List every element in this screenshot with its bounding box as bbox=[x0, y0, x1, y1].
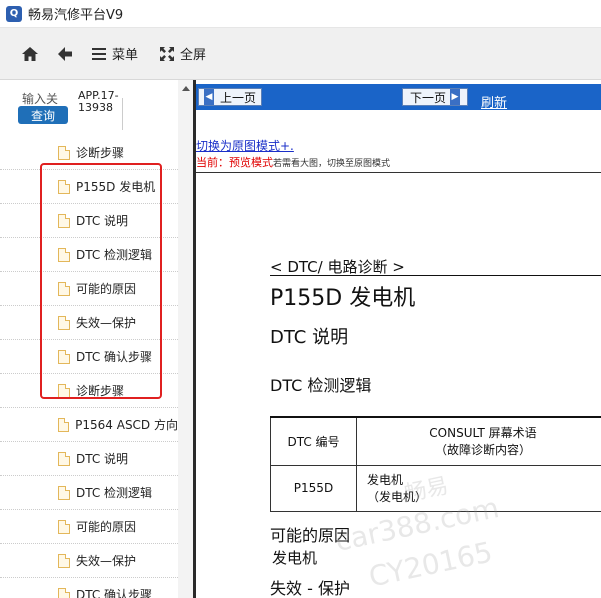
document-icon bbox=[58, 281, 70, 296]
mode-status-prefix: 当前：预览模式 bbox=[196, 156, 273, 169]
document-icon bbox=[58, 383, 70, 398]
refresh-link[interactable]: 刷新 bbox=[481, 92, 507, 111]
document-icon bbox=[58, 213, 70, 228]
fail-safe-heading: 失效 - 保护 bbox=[270, 579, 350, 598]
document-icon bbox=[58, 247, 70, 262]
sidebar-tree-item[interactable]: DTC 确认步骤 bbox=[0, 340, 178, 374]
tree-item-label: 诊断步骤 bbox=[76, 146, 125, 160]
mode-switch-link[interactable]: 切换为原图模式+. bbox=[196, 137, 294, 154]
sidebar-tree-item[interactable]: DTC 说明 bbox=[0, 204, 178, 238]
document-icon bbox=[58, 485, 70, 500]
tree-item-label: 失效—保护 bbox=[76, 554, 137, 568]
next-page-label: 下一页 bbox=[409, 90, 446, 105]
page-divider bbox=[196, 172, 601, 173]
app-logo-icon: Q bbox=[6, 5, 22, 22]
next-arrow-icon: ▶ bbox=[450, 89, 460, 105]
table-header-dtc-code: DTC 编号 bbox=[270, 416, 357, 466]
tree-item-label: P155D 发电机 bbox=[76, 180, 156, 194]
document-icon bbox=[58, 145, 70, 160]
document-icon bbox=[58, 179, 70, 194]
home-icon bbox=[22, 46, 38, 61]
prev-arrow-icon: ◀ bbox=[203, 89, 214, 105]
sidebar: 输入关 查询 APP.17-13938 诊断步骤 P155D 发电机 DTC 说明 D… bbox=[0, 80, 193, 598]
fullscreen-button[interactable]: 全屏 bbox=[152, 39, 214, 69]
mode-status: 当前：预览模式若需看大图，切换至原图模式 bbox=[196, 154, 390, 170]
document-icon bbox=[58, 349, 70, 364]
tree-item-label: DTC 检测逻辑 bbox=[76, 248, 153, 262]
document-icon bbox=[58, 451, 70, 466]
tree-item-label: DTC 说明 bbox=[76, 452, 129, 466]
menu-icon bbox=[92, 47, 106, 60]
sidebar-tree-item[interactable]: 可能的原因 bbox=[0, 510, 178, 544]
document-icon bbox=[58, 315, 70, 330]
search-divider bbox=[122, 98, 123, 130]
back-button[interactable] bbox=[50, 39, 80, 69]
table-cell-code: P155D bbox=[270, 464, 357, 512]
home-button[interactable] bbox=[14, 39, 46, 69]
sidebar-tree-item[interactable]: 诊断步骤 bbox=[0, 374, 178, 408]
search-input[interactable]: 输入关 bbox=[22, 90, 58, 107]
search-area: 输入关 查询 APP.17-13938 bbox=[18, 88, 168, 132]
tree-list: 诊断步骤 P155D 发电机 DTC 说明 DTC 检测逻辑 可能的原因 失效—保护 DTC… bbox=[0, 136, 178, 598]
section-heading-underline bbox=[270, 275, 601, 276]
sidebar-tree-item[interactable]: 失效—保护 bbox=[0, 544, 178, 578]
title-bar: Q 畅易汽修平台V9 bbox=[0, 0, 601, 28]
sidebar-tree-item[interactable]: DTC 检测逻辑 bbox=[0, 476, 178, 510]
page-nav-bar: ◀ 上一页 下一页 ▶ 刷新 bbox=[196, 84, 601, 111]
fullscreen-label: 全屏 bbox=[180, 48, 207, 63]
query-button[interactable]: 查询 bbox=[18, 106, 68, 124]
table-header-consult-term: CONSULT 屏幕术语 （故障诊断内容） bbox=[356, 416, 601, 466]
document-icon bbox=[58, 553, 70, 568]
sidebar-tree-item[interactable]: 可能的原因 bbox=[0, 272, 178, 306]
document-icon bbox=[58, 587, 70, 598]
tree-item-label: 可能的原因 bbox=[76, 520, 137, 534]
detect-logic-heading: DTC 检测逻辑 bbox=[270, 376, 372, 395]
tree-item-label: 诊断步骤 bbox=[76, 384, 125, 398]
tree-item-label: DTC 检测逻辑 bbox=[76, 486, 153, 500]
tree-item-label: DTC 确认步骤 bbox=[76, 588, 153, 598]
mode-status-hint: 若需看大图，切换至原图模式 bbox=[273, 159, 391, 169]
tree-item-label: DTC 确认步骤 bbox=[76, 350, 153, 364]
sidebar-tree-item[interactable]: DTC 说明 bbox=[0, 442, 178, 476]
document-viewer: ◀ 上一页 下一页 ▶ 刷新 切换为原图模式+. 当前：预览模式若需看大图，切换… bbox=[196, 80, 601, 598]
scroll-up-arrow-icon[interactable] bbox=[182, 86, 190, 91]
document-icon bbox=[58, 519, 70, 534]
app-code: APP.17-13938 bbox=[78, 89, 119, 114]
menu-label: 菜单 bbox=[112, 48, 139, 63]
toolbar: 菜单 全屏 bbox=[0, 28, 601, 80]
dtc-description-heading: DTC 说明 bbox=[270, 327, 349, 348]
doc-title: P155D 发电机 bbox=[270, 286, 416, 311]
menu-button[interactable]: 菜单 bbox=[84, 39, 146, 69]
tree-item-label: 可能的原因 bbox=[76, 282, 137, 296]
sidebar-tree-item[interactable]: 失效—保护 bbox=[0, 306, 178, 340]
back-arrow-icon bbox=[58, 46, 72, 61]
prev-page-button[interactable]: ◀ 上一页 bbox=[198, 88, 262, 106]
sidebar-tree-item[interactable]: P155D 发电机 bbox=[0, 170, 178, 204]
consult-term-line1: CONSULT 屏幕术语 bbox=[429, 426, 537, 441]
section-heading: < DTC/ 电路诊断 > bbox=[270, 258, 405, 276]
sidebar-tree-item[interactable]: DTC 确认步骤 bbox=[0, 578, 178, 598]
tree-item-label: P1564 ASCD 方向 bbox=[75, 418, 178, 432]
fullscreen-icon bbox=[160, 46, 175, 61]
table-header-row: DTC 编号 CONSULT 屏幕术语 （故障诊断内容） bbox=[270, 416, 601, 466]
sidebar-tree-item[interactable]: DTC 检测逻辑 bbox=[0, 238, 178, 272]
consult-term-line2: （故障诊断内容） bbox=[434, 443, 531, 458]
window-title: 畅易汽修平台V9 bbox=[28, 8, 124, 23]
prev-page-label: 上一页 bbox=[219, 90, 256, 105]
sidebar-scrollbar[interactable] bbox=[178, 80, 193, 598]
sidebar-tree-item[interactable]: P1564 ASCD 方向 bbox=[0, 408, 178, 442]
generator-text: 发电机 bbox=[272, 549, 318, 567]
document-icon bbox=[58, 417, 70, 432]
next-page-button[interactable]: 下一页 ▶ bbox=[402, 88, 468, 106]
tree-item-label: DTC 说明 bbox=[76, 214, 129, 228]
tree-item-label: 失效—保护 bbox=[76, 316, 137, 330]
sidebar-tree-item[interactable]: 诊断步骤 bbox=[0, 136, 178, 170]
